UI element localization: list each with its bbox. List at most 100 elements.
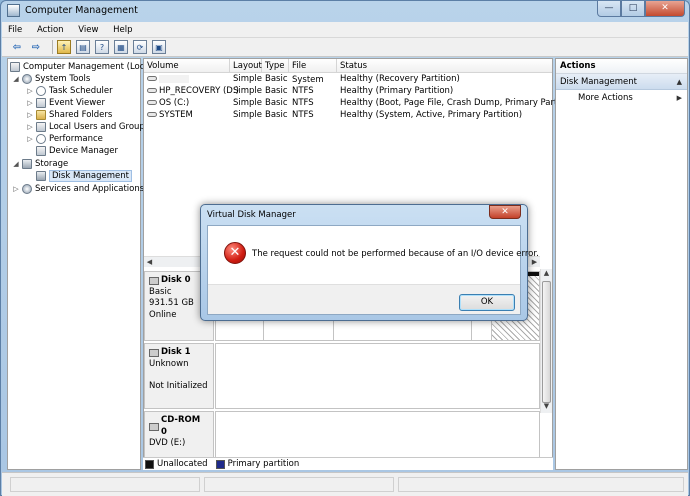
cdrom-label[interactable]: CD-ROM 0 DVD (E:) No Media — [144, 411, 214, 471]
users-icon — [36, 122, 46, 132]
menu-view[interactable]: View — [72, 22, 104, 38]
volume-list-header: Volume Layout Type File System Status — [144, 59, 552, 85]
back-arrow-icon[interactable]: ⇦ — [10, 40, 24, 54]
menu-help[interactable]: Help — [107, 22, 138, 38]
col-volume[interactable]: Volume — [144, 59, 230, 73]
table-row[interactable]: Simple Basic Healthy (Recovery Partition… — [144, 73, 552, 85]
col-filesystem[interactable]: File System — [289, 59, 337, 85]
legend-swatch-unallocated — [145, 459, 154, 469]
show-hide-tree-icon[interactable]: ▤ — [76, 40, 90, 54]
tree-event-viewer[interactable]: ▷ Event Viewer — [26, 97, 105, 109]
error-dialog: Virtual Disk Manager ✕ ✕ The request cou… — [200, 204, 539, 321]
tree-shared-folders[interactable]: ▷ Shared Folders — [26, 109, 112, 121]
collapse-up-icon[interactable]: ▲ — [677, 74, 682, 90]
dialog-body: ✕ The request could not be performed bec… — [207, 225, 539, 315]
disk-icon — [149, 276, 159, 285]
ok-button[interactable]: OK — [459, 294, 515, 311]
submenu-arrow-icon: ▶ — [676, 94, 682, 102]
tree-storage[interactable]: ◢ Storage — [12, 158, 68, 170]
dialog-close-button[interactable]: ✕ — [489, 205, 521, 219]
properties-icon[interactable]: ▦ — [114, 40, 128, 54]
legend-unallocated-label: Unallocated — [157, 459, 208, 469]
layout-cell: Simple — [233, 86, 263, 96]
legend-primary: Primary partition — [215, 459, 300, 469]
type-cell: Basic — [265, 86, 288, 96]
disk-warning-icon — [149, 348, 159, 357]
tree-performance[interactable]: ▷ Performance — [26, 133, 103, 145]
tools-icon — [22, 74, 32, 84]
col-status[interactable]: Status — [337, 59, 552, 73]
computer-icon — [10, 62, 20, 72]
up-folder-icon[interactable]: ↑ — [57, 40, 71, 54]
title-bar: Computer Management — □ ✕ — [1, 1, 689, 21]
tree-disk-management[interactable]: Disk Management — [36, 170, 132, 182]
services-icon — [22, 184, 32, 194]
legend-unallocated: Unallocated — [145, 459, 208, 469]
dialog-message: The request could not be performed becau… — [252, 249, 539, 259]
disk-1-label[interactable]: Disk 1 Unknown Not Initialized — [144, 343, 214, 409]
tree-device-manager[interactable]: Device Manager — [36, 145, 118, 157]
expand-icon[interactable]: ▷ — [26, 111, 34, 119]
volume-icon — [147, 88, 157, 93]
status-cell: Healthy (Boot, Page File, Crash Dump, Pr… — [340, 98, 580, 108]
menu-action[interactable]: Action — [31, 22, 70, 38]
window-controls: — □ ✕ — [597, 1, 685, 17]
volume-name: SYSTEM — [159, 110, 193, 120]
actions-section-label: Disk Management — [560, 77, 637, 87]
export-icon[interactable]: ▣ — [152, 40, 166, 54]
table-row[interactable]: SYSTEM Simple Basic NTFS Healthy (System… — [144, 109, 552, 121]
cdrom-area[interactable] — [215, 411, 540, 459]
tree-root[interactable]: Computer Management (Local — [10, 61, 152, 73]
type-cell: Basic — [265, 98, 288, 108]
volume-name: HP_RECOVERY (D:) — [159, 86, 240, 96]
scroll-left-icon[interactable]: ◀ — [144, 257, 155, 268]
maximize-button[interactable]: □ — [621, 1, 645, 17]
dialog-title: Virtual Disk Manager — [207, 210, 296, 220]
tree-system-tools[interactable]: ◢ System Tools — [12, 73, 90, 85]
close-button[interactable]: ✕ — [645, 1, 685, 17]
status-bar — [2, 472, 688, 496]
disk-1-area[interactable] — [215, 343, 540, 409]
collapse-icon[interactable]: ◢ — [12, 160, 20, 168]
tree-task-scheduler-label: Task Scheduler — [49, 86, 113, 96]
cdrom-drive: DVD (E:) — [149, 438, 186, 448]
vertical-scrollbar[interactable]: ▲ ▼ — [540, 269, 552, 413]
legend-primary-label: Primary partition — [227, 459, 300, 469]
fs-cell: NTFS — [292, 110, 314, 120]
status-segment — [10, 477, 200, 492]
actions-section-disk-management[interactable]: Disk Management ▲ — [556, 74, 687, 90]
menu-file[interactable]: File — [2, 22, 28, 38]
expand-icon[interactable]: ▷ — [26, 135, 34, 143]
col-type[interactable]: Type — [262, 59, 289, 73]
fs-cell: NTFS — [292, 86, 314, 96]
tree-services[interactable]: ▷ Services and Applications — [12, 183, 144, 195]
expand-icon[interactable]: ▷ — [26, 87, 34, 95]
collapse-icon[interactable]: ◢ — [12, 75, 20, 83]
minimize-button[interactable]: — — [597, 1, 621, 17]
table-row[interactable]: HP_RECOVERY (D:) Simple Basic NTFS Healt… — [144, 85, 552, 97]
table-row[interactable]: OS (C:) Simple Basic NTFS Healthy (Boot,… — [144, 97, 579, 109]
dialog-message-area: ✕ The request could not be performed bec… — [208, 226, 539, 284]
more-actions[interactable]: More Actions ▶ — [556, 90, 687, 106]
help-icon[interactable]: ? — [95, 40, 109, 54]
status-segment — [398, 477, 684, 492]
disk-1-name-text: Disk 1 — [161, 347, 191, 357]
expand-icon[interactable]: ▷ — [26, 99, 34, 107]
scroll-up-icon[interactable]: ▲ — [541, 269, 552, 280]
window-title: Computer Management — [25, 5, 138, 16]
expand-icon[interactable]: ▷ — [12, 185, 20, 193]
disk-1-name: Disk 1 — [149, 347, 209, 359]
scroll-down-icon[interactable]: ▼ — [541, 402, 552, 413]
forward-arrow-icon[interactable]: ⇨ — [29, 40, 43, 54]
col-layout[interactable]: Layout — [230, 59, 262, 73]
refresh-icon[interactable]: ⟳ — [133, 40, 147, 54]
folder-icon — [36, 110, 46, 120]
tree-task-scheduler[interactable]: ▷ Task Scheduler — [26, 85, 113, 97]
disk-0-name-text: Disk 0 — [161, 275, 191, 285]
type-cell: Basic — [265, 74, 288, 84]
scroll-thumb[interactable] — [542, 281, 551, 403]
expand-icon[interactable]: ▷ — [26, 123, 34, 131]
tree-services-label: Services and Applications — [35, 184, 145, 194]
tree-local-users[interactable]: ▷ Local Users and Groups — [26, 121, 149, 133]
